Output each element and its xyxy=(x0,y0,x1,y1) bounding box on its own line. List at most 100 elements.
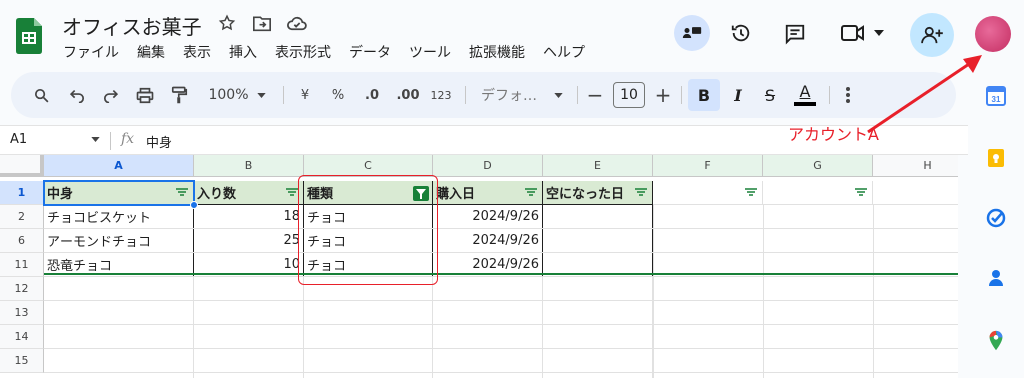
column-header-d[interactable]: D xyxy=(433,155,543,177)
vertical-gridlines xyxy=(652,277,653,378)
toolbar: 100% ¥ % .0 .00 123 デフォ… − 10 + B I S A xyxy=(11,72,956,118)
contacts-icon[interactable] xyxy=(986,268,1006,288)
undo-icon[interactable] xyxy=(64,72,90,118)
selection-handle[interactable] xyxy=(190,201,198,209)
cell[interactable]: 2024/9/26 xyxy=(433,205,543,229)
paint-format-icon[interactable] xyxy=(166,72,192,118)
header-cell[interactable]: 購入日 xyxy=(433,181,543,205)
cell[interactable] xyxy=(543,229,653,253)
document-title[interactable]: オフィスお菓子 xyxy=(62,11,202,40)
filter-icon[interactable] xyxy=(855,188,867,196)
row-header[interactable]: 14 xyxy=(0,325,44,349)
column-header-f[interactable]: F xyxy=(653,155,763,177)
menu-help[interactable]: ヘルプ xyxy=(543,42,585,62)
row-header[interactable]: 11 xyxy=(0,253,44,277)
formula-input[interactable]: 中身 xyxy=(146,132,172,151)
redo-icon[interactable] xyxy=(97,72,123,118)
increase-decimal-button[interactable]: .00 xyxy=(394,72,422,118)
cloud-status-icon[interactable] xyxy=(286,15,308,31)
sheets-logo-icon[interactable] xyxy=(16,18,42,54)
maps-icon[interactable] xyxy=(986,330,1006,351)
row-header[interactable]: 15 xyxy=(0,349,44,373)
star-icon[interactable] xyxy=(218,14,236,32)
font-size-value: 10 xyxy=(613,82,645,108)
header-cell[interactable]: 空になった日 xyxy=(543,181,653,205)
menu-view[interactable]: 表示 xyxy=(183,42,211,62)
cell[interactable] xyxy=(763,181,873,205)
header-cell[interactable]: 入り数 xyxy=(194,181,304,205)
cell[interactable]: チョコビスケット xyxy=(44,205,194,229)
increase-font-size-button[interactable]: + xyxy=(652,72,674,118)
menu-insert[interactable]: 挿入 xyxy=(229,42,257,62)
column-header-h[interactable]: H xyxy=(873,155,958,177)
row-header[interactable]: 13 xyxy=(0,301,44,325)
calendar-date: 31 xyxy=(992,95,1001,104)
bold-button[interactable]: B xyxy=(688,79,720,111)
decrease-font-size-button[interactable]: − xyxy=(584,72,606,118)
menu-format[interactable]: 表示形式 xyxy=(275,42,331,62)
column-header-c[interactable]: C xyxy=(304,155,433,177)
cell[interactable]: アーモンドチョコ xyxy=(44,229,194,253)
italic-button[interactable]: I xyxy=(725,72,751,118)
vertical-gridlines xyxy=(653,205,654,378)
move-folder-icon[interactable] xyxy=(252,14,272,32)
chevron-down-icon xyxy=(256,92,266,98)
fx-icon: fx xyxy=(121,131,135,147)
cell[interactable] xyxy=(873,181,958,205)
filter-icon[interactable] xyxy=(745,188,757,196)
cell[interactable]: 25 xyxy=(194,229,304,253)
print-icon[interactable] xyxy=(132,72,158,118)
show-collaborators-button[interactable] xyxy=(674,15,710,51)
annotation-arrow xyxy=(867,55,982,134)
more-options-icon[interactable] xyxy=(837,72,859,118)
row-header[interactable]: 12 xyxy=(0,277,44,301)
vertical-gridlines xyxy=(303,277,304,378)
history-icon[interactable] xyxy=(729,22,753,44)
comments-icon[interactable] xyxy=(784,23,806,45)
tasks-icon[interactable] xyxy=(986,208,1006,228)
vertical-gridlines xyxy=(542,277,543,378)
percent-button[interactable]: % xyxy=(327,72,349,118)
font-family-select[interactable]: デフォ… xyxy=(475,72,569,118)
currency-button[interactable]: ¥ xyxy=(294,72,316,118)
chevron-down-icon xyxy=(91,137,100,142)
menu-extensions[interactable]: 拡張機能 xyxy=(469,42,525,62)
menu-tools[interactable]: ツール xyxy=(409,42,451,62)
menu-file[interactable]: ファイル xyxy=(63,42,119,62)
column-header-g[interactable]: G xyxy=(763,155,873,177)
menu-edit[interactable]: 編集 xyxy=(137,42,165,62)
toolbar-divider xyxy=(681,86,682,104)
toolbar-divider xyxy=(829,86,830,104)
more-formats-button[interactable]: 123 xyxy=(427,72,455,118)
filter-icon[interactable] xyxy=(635,188,647,196)
name-box[interactable]: A1 xyxy=(10,132,100,147)
decrease-decimal-button[interactable]: .0 xyxy=(359,72,385,118)
selected-cell-outline xyxy=(43,180,195,206)
row-header[interactable]: 1 xyxy=(0,181,44,205)
text-color-button[interactable]: A xyxy=(790,72,820,118)
filter-icon[interactable] xyxy=(286,188,298,196)
filter-icon[interactable] xyxy=(525,188,537,196)
meet-button[interactable] xyxy=(840,23,884,43)
keep-icon[interactable] xyxy=(986,148,1006,168)
row-header[interactable]: 6 xyxy=(0,229,44,253)
vertical-gridlines xyxy=(873,205,874,378)
toolbar-divider xyxy=(465,86,466,104)
header-label: 購入日 xyxy=(436,187,476,202)
font-size-input[interactable]: 10 xyxy=(612,72,646,118)
vertical-gridlines xyxy=(763,205,764,378)
zoom-select[interactable]: 100% xyxy=(201,72,273,118)
cell[interactable] xyxy=(653,181,763,205)
column-header-a[interactable]: A xyxy=(44,155,194,177)
cell[interactable]: 2024/9/26 xyxy=(433,229,543,253)
account-avatar[interactable] xyxy=(975,16,1011,52)
search-menus-icon[interactable] xyxy=(28,72,54,118)
row-header[interactable]: 2 xyxy=(0,205,44,229)
strikethrough-button[interactable]: S xyxy=(757,72,783,118)
cell[interactable] xyxy=(543,205,653,229)
column-header-b[interactable]: B xyxy=(194,155,304,177)
cell[interactable]: 18 xyxy=(194,205,304,229)
column-header-e[interactable]: E xyxy=(543,155,653,177)
menu-data[interactable]: データ xyxy=(349,42,391,62)
select-all-corner[interactable] xyxy=(0,155,44,177)
